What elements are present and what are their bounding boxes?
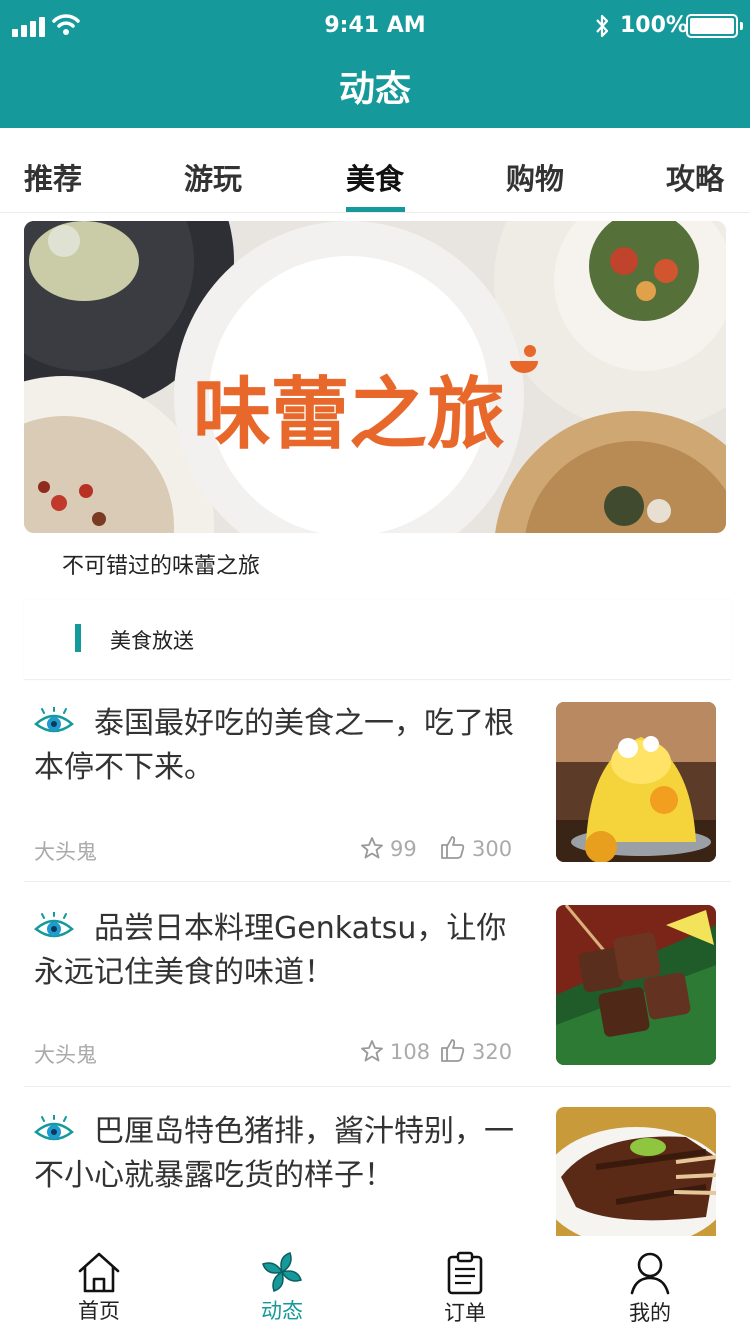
banner[interactable]: 味蕾之旅 bbox=[24, 221, 726, 533]
section-title: 美食放送 bbox=[110, 629, 194, 653]
page-title: 动态 bbox=[338, 69, 411, 110]
post-title-text: 品尝日本料理Genkatsu，让你永远记住美食的味道！ bbox=[34, 911, 507, 990]
thumbs-up-icon bbox=[441, 1039, 465, 1062]
post-title-text: 巴厘岛特色猪排，酱汁特别，一不小心就暴露吃货的样子！ bbox=[34, 1114, 514, 1193]
clipboard-icon bbox=[447, 1251, 483, 1295]
tab-recommend[interactable]: 推荐 bbox=[24, 156, 82, 198]
home-icon bbox=[78, 1252, 120, 1293]
star-icon bbox=[361, 837, 383, 859]
favorite-count-value: 99 bbox=[390, 837, 417, 861]
user-icon bbox=[630, 1252, 670, 1295]
mango-shaved-ice-image bbox=[556, 702, 716, 862]
post-image[interactable] bbox=[556, 905, 716, 1065]
star-icon bbox=[361, 1040, 383, 1062]
section-accent-bar bbox=[75, 624, 81, 652]
tabbar-item-profile[interactable]: 我的 bbox=[590, 1237, 710, 1327]
tab-guide[interactable]: 攻略 bbox=[666, 156, 724, 198]
battery-percent: 100% bbox=[620, 13, 688, 38]
post-item[interactable]: 品尝日本料理Genkatsu，让你永远记住美食的味道！ 大头鬼 108 320 bbox=[24, 885, 731, 1087]
post-item[interactable]: 泰国最好吃的美食之一，吃了根本停不下来。 大头鬼 99 300 bbox=[24, 682, 731, 882]
post-title: 巴厘岛特色猪排，酱汁特别，一不小心就暴露吃货的样子！ bbox=[34, 1110, 534, 1198]
favorite-count[interactable]: 108 bbox=[360, 1039, 430, 1064]
app-header: 9:41 AM 100% 动态 bbox=[0, 0, 750, 128]
tab-play[interactable]: 游玩 bbox=[184, 156, 242, 198]
tabbar-item-feed[interactable]: 动态 bbox=[222, 1237, 342, 1325]
thumbs-up-icon bbox=[441, 836, 465, 859]
tabbar-label-orders: 订单 bbox=[444, 1301, 486, 1325]
post-image[interactable] bbox=[556, 702, 716, 862]
battery-icon bbox=[686, 14, 743, 38]
favorite-count-value: 108 bbox=[390, 1040, 431, 1064]
tab-food[interactable]: 美食 bbox=[346, 156, 404, 198]
eye-icon bbox=[34, 707, 74, 733]
section-header: 美食放送 bbox=[24, 600, 731, 680]
banner-caption: 不可错过的味蕾之旅 bbox=[62, 554, 261, 579]
bbq-pork-ribs-image bbox=[556, 1107, 716, 1236]
post-title: 品尝日本料理Genkatsu，让你永远记住美食的味道！ bbox=[34, 907, 534, 995]
like-count[interactable]: 300 bbox=[440, 834, 512, 861]
like-count-value: 300 bbox=[472, 837, 513, 861]
eye-icon bbox=[34, 1115, 74, 1141]
post-author: 大头鬼 bbox=[34, 1043, 97, 1067]
grilled-beef-skewers-image bbox=[556, 905, 716, 1065]
like-count-value: 320 bbox=[472, 1040, 513, 1064]
eye-icon bbox=[34, 912, 74, 938]
tabbar-label-home: 首页 bbox=[78, 1299, 120, 1323]
post-item[interactable]: 巴厘岛特色猪排，酱汁特别，一不小心就暴露吃货的样子！ bbox=[24, 1090, 731, 1236]
banner-image: 味蕾之旅 bbox=[24, 221, 726, 533]
bottom-tab-bar: 首页 动态 订单 我的 bbox=[0, 1237, 750, 1334]
like-count[interactable]: 320 bbox=[440, 1037, 512, 1064]
tabbar-label-feed: 动态 bbox=[261, 1299, 303, 1323]
post-title-text: 泰国最好吃的美食之一，吃了根本停不下来。 bbox=[34, 706, 514, 785]
tab-shopping[interactable]: 购物 bbox=[506, 156, 564, 198]
status-bar: 9:41 AM 100% bbox=[0, 0, 750, 54]
bluetooth-icon bbox=[596, 14, 609, 38]
tabbar-item-orders[interactable]: 订单 bbox=[405, 1237, 525, 1327]
tabbar-label-profile: 我的 bbox=[629, 1301, 671, 1325]
banner-logo: 味蕾之旅 bbox=[193, 370, 505, 460]
active-tab-indicator bbox=[346, 207, 405, 212]
favorite-count[interactable]: 99 bbox=[360, 836, 417, 861]
tabbar-item-home[interactable]: 首页 bbox=[39, 1237, 159, 1325]
post-image[interactable] bbox=[556, 1107, 716, 1236]
post-title: 泰国最好吃的美食之一，吃了根本停不下来。 bbox=[34, 702, 534, 790]
category-tabs: 推荐 游玩 美食 购物 攻略 bbox=[0, 128, 750, 213]
pinwheel-icon bbox=[262, 1252, 302, 1292]
post-author: 大头鬼 bbox=[34, 840, 97, 864]
